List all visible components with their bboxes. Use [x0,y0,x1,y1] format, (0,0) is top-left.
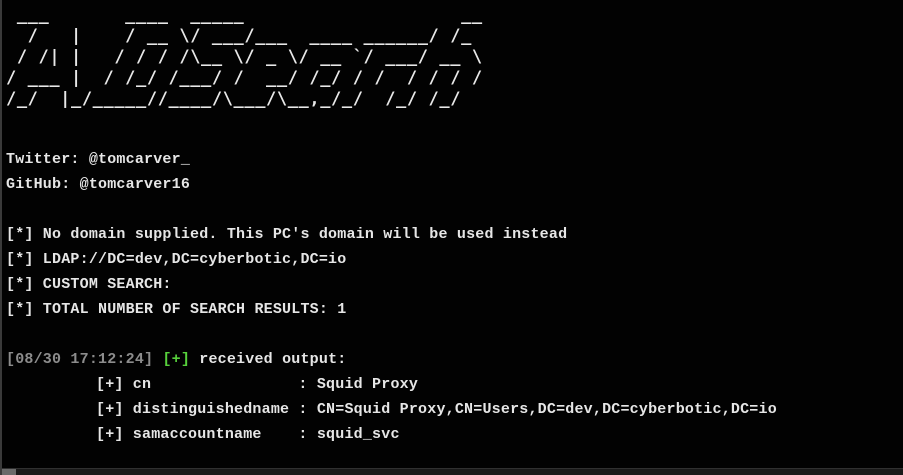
terminal-window[interactable]: ___ ____ _____ __ / | / __ \/ ___/___ __… [0,0,903,475]
github-line: GitHub: @tomcarver16 [6,176,191,193]
result-line: [+] samaccountname : squid_svc [96,426,400,443]
info-line: [*] No domain supplied. This PC's domain… [6,226,568,243]
output-timestamp: [08/30 17:12:24] [6,351,154,368]
twitter-line: Twitter: @tomcarver_ [6,151,191,168]
info-line: [*] TOTAL NUMBER OF SEARCH RESULTS: 1 [6,301,347,318]
result-line: [+] distinguishedname : CN=Squid Proxy,C… [96,401,777,418]
success-marker: [+] [162,351,191,368]
ascii-banner: ___ ____ _____ __ / | / __ \/ ___/___ __… [6,5,483,109]
horizontal-scrollbar[interactable] [2,468,903,475]
result-line: [+] cn : Squid Proxy [96,376,419,393]
output-header: [08/30 17:12:24] [+] received output: [6,347,903,372]
info-line: [*] CUSTOM SEARCH: [6,276,172,293]
terminal-output: Twitter: @tomcarver_ GitHub: @tomcarver1… [6,147,903,447]
info-line: [*] LDAP://DC=dev,DC=cyberbotic,DC=io [6,251,347,268]
output-header-text: received output: [199,351,347,368]
scrollbar-thumb[interactable] [2,469,16,475]
